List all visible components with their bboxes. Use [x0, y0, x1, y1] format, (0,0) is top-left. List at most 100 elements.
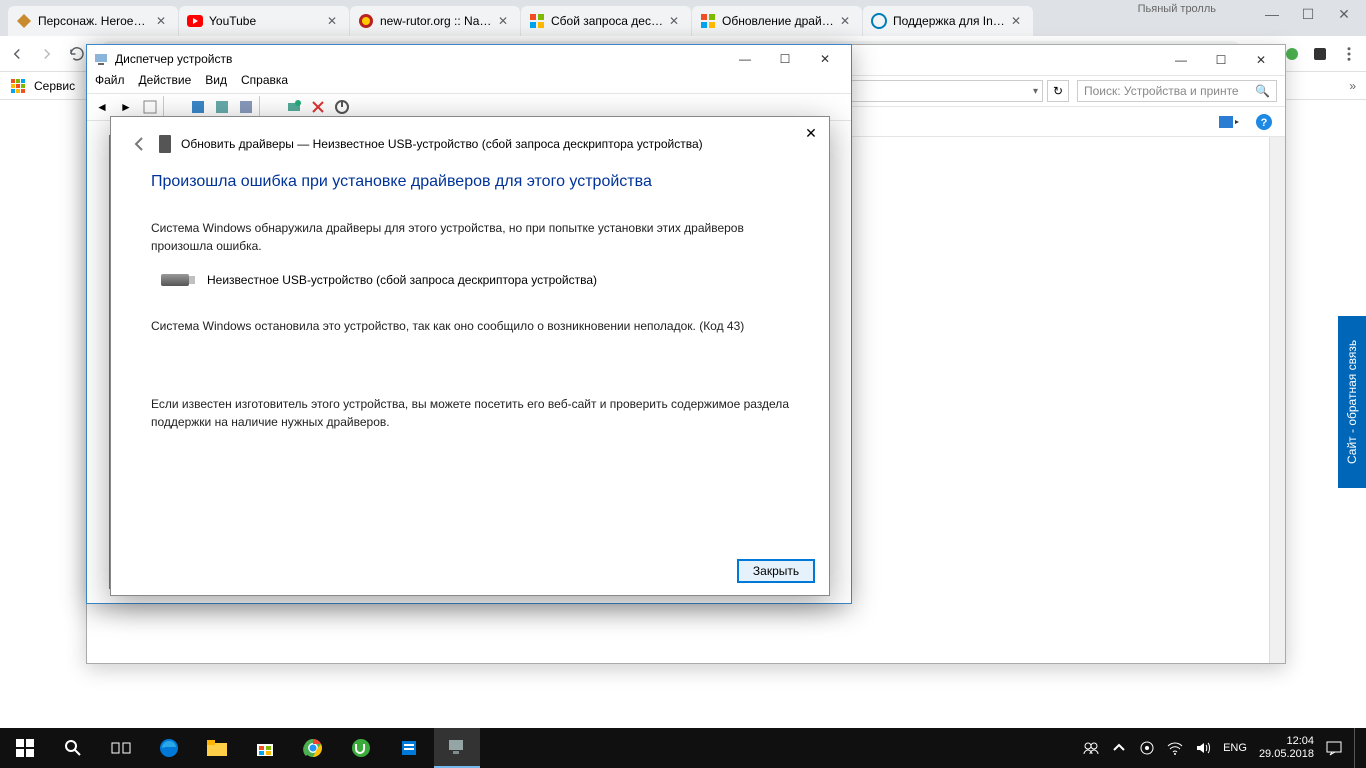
people-icon[interactable]	[1083, 740, 1099, 756]
separator	[163, 96, 185, 118]
location-icon[interactable]	[1139, 740, 1155, 756]
update-driver-wizard: ✕ Обновить драйверы — Неизвестное USB-ус…	[110, 116, 830, 596]
tab-title: YouTube	[209, 14, 321, 28]
wifi-icon[interactable]	[1167, 740, 1183, 756]
date: 29.05.2018	[1259, 748, 1314, 761]
language-indicator[interactable]: ENG	[1223, 742, 1247, 754]
help-icon[interactable]: ?	[1255, 113, 1273, 131]
rutor-favicon-icon	[358, 13, 374, 29]
extension-icon[interactable]	[1312, 46, 1328, 62]
menu-bar: Файл Действие Вид Справка	[87, 73, 851, 93]
wizard-breadcrumb: Обновить драйверы — Неизвестное USB-устр…	[181, 137, 703, 151]
close-icon[interactable]: ✕	[498, 14, 512, 28]
menu-help[interactable]: Справка	[241, 73, 288, 93]
menu-icon[interactable]	[1340, 45, 1358, 63]
tab-title: Сбой запроса дескри	[551, 14, 663, 28]
feedback-tab[interactable]: Сайт - обратная связь	[1338, 316, 1366, 488]
close-button[interactable]: Закрыть	[737, 559, 815, 583]
menu-file[interactable]: Файл	[95, 73, 125, 93]
chevron-down-icon[interactable]: ▾	[1033, 86, 1038, 97]
forward-icon[interactable]: ►	[115, 96, 137, 118]
show-hide-icon[interactable]	[139, 96, 161, 118]
svg-text:?: ?	[1261, 117, 1268, 129]
maximize-icon[interactable]: ☐	[1201, 46, 1241, 74]
show-desktop[interactable]	[1354, 728, 1360, 768]
chrome-window-title: Пьяный тролль	[1138, 3, 1216, 15]
chrome-icon[interactable]	[290, 728, 336, 768]
search-placeholder: Поиск: Устройства и принте	[1084, 84, 1239, 98]
close-icon[interactable]: ✕	[1326, 6, 1362, 23]
utorrent-icon[interactable]	[338, 728, 384, 768]
tab-title: Обновление драйвер	[722, 14, 834, 28]
wizard-text-1: Система Windows обнаружила драйверы для …	[151, 219, 789, 255]
scrollbar[interactable]	[1269, 137, 1285, 663]
toolbar-icon[interactable]	[235, 96, 257, 118]
close-icon[interactable]: ✕	[669, 14, 683, 28]
window-title: Диспетчер устройств	[115, 52, 725, 66]
browser-tab[interactable]: Поддержка для Inspir ✕	[863, 6, 1033, 36]
start-button[interactable]	[2, 728, 48, 768]
tab-title: Поддержка для Inspir	[893, 14, 1005, 28]
view-mode-icon[interactable]	[1219, 114, 1243, 130]
device-manager-taskbar-icon[interactable]	[434, 728, 480, 768]
scan-icon[interactable]	[211, 96, 233, 118]
bookmarks-overflow-icon[interactable]: »	[1349, 79, 1356, 93]
extension-icon[interactable]	[1284, 46, 1300, 62]
search-icon[interactable]	[50, 728, 96, 768]
wizard-text-2: Система Windows остановила это устройств…	[151, 317, 789, 335]
heroes-favicon-icon	[16, 13, 32, 29]
maximize-icon[interactable]: ☐	[1290, 6, 1326, 23]
close-icon[interactable]: ✕	[805, 45, 845, 73]
maximize-icon[interactable]: ☐	[765, 45, 805, 73]
wizard-text-3: Если известен изготовитель этого устройс…	[151, 395, 789, 431]
device-name: Неизвестное USB-устройство (сбой запроса…	[207, 273, 597, 287]
explorer-search-input[interactable]: Поиск: Устройства и принте 🔍	[1077, 80, 1277, 102]
back-icon[interactable]: ◄	[91, 96, 113, 118]
browser-tab[interactable]: new-rutor.org :: Narut ✕	[350, 6, 520, 36]
close-icon[interactable]: ✕	[1011, 14, 1025, 28]
dell-favicon-icon	[871, 13, 887, 29]
update-driver-icon[interactable]	[283, 96, 305, 118]
disable-icon[interactable]	[331, 96, 353, 118]
reload-icon[interactable]	[68, 45, 86, 63]
close-icon[interactable]: ✕	[840, 14, 854, 28]
minimize-icon[interactable]: —	[1161, 46, 1201, 74]
bookmark-item[interactable]: Сервис	[34, 79, 75, 93]
chrome-window-controls: — ☐ ✕	[1254, 0, 1362, 28]
file-explorer-icon[interactable]	[194, 728, 240, 768]
browser-tab[interactable]: Обновление драйвер ✕	[692, 6, 862, 36]
menu-view[interactable]: Вид	[205, 73, 227, 93]
wizard-heading: Произошла ошибка при установке драйверов…	[151, 173, 789, 191]
ms-favicon-icon	[529, 13, 545, 29]
properties-icon[interactable]	[187, 96, 209, 118]
close-icon[interactable]: ✕	[327, 14, 341, 28]
settings-app-icon[interactable]	[386, 728, 432, 768]
menu-action[interactable]: Действие	[139, 73, 192, 93]
tray-up-icon[interactable]	[1111, 740, 1127, 756]
forward-icon[interactable]	[38, 45, 56, 63]
apps-icon[interactable]	[10, 78, 26, 94]
back-icon[interactable]	[131, 135, 149, 153]
close-icon[interactable]: ✕	[1241, 46, 1281, 74]
clock[interactable]: 12:04 29.05.2018	[1259, 735, 1314, 761]
uninstall-icon[interactable]	[307, 96, 329, 118]
minimize-icon[interactable]: —	[725, 45, 765, 73]
action-center-icon[interactable]	[1326, 740, 1342, 756]
close-icon[interactable]: ✕	[156, 14, 170, 28]
store-icon[interactable]	[242, 728, 288, 768]
tab-title: new-rutor.org :: Narut	[380, 14, 492, 28]
refresh-icon[interactable]: ↻	[1047, 80, 1069, 102]
browser-tab[interactable]: YouTube ✕	[179, 6, 349, 36]
browser-tab[interactable]: Персонаж. HeroesW ✕	[8, 6, 178, 36]
back-icon[interactable]	[8, 45, 26, 63]
browser-tab[interactable]: Сбой запроса дескри ✕	[521, 6, 691, 36]
task-view-icon[interactable]	[98, 728, 144, 768]
device-icon	[159, 135, 171, 153]
volume-icon[interactable]	[1195, 740, 1211, 756]
close-icon[interactable]: ✕	[801, 123, 821, 143]
minimize-icon[interactable]: —	[1254, 6, 1290, 22]
youtube-favicon-icon	[187, 13, 203, 29]
separator	[259, 96, 281, 118]
time: 12:04	[1259, 735, 1314, 748]
edge-icon[interactable]	[146, 728, 192, 768]
